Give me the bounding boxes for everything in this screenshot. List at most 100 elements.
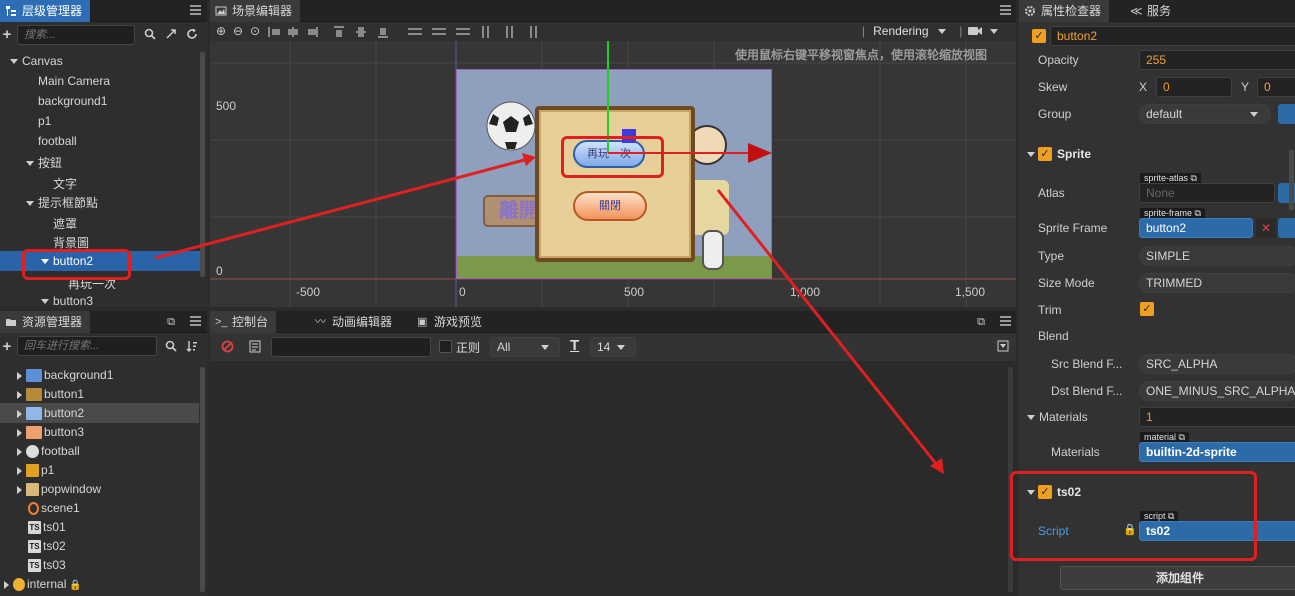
- opacity-input[interactable]: 255: [1139, 50, 1295, 70]
- collapse-console-icon[interactable]: [996, 340, 1010, 354]
- zoom-in-icon[interactable]: ⊕: [214, 24, 228, 38]
- open-log-file-icon[interactable]: [248, 340, 262, 354]
- asset-item-p1[interactable]: p1: [0, 460, 199, 480]
- external-link-icon: ⧉: [1190, 173, 1197, 183]
- camera-select[interactable]: [968, 25, 1000, 40]
- sort-icon[interactable]: [185, 340, 199, 354]
- asset-label: button2: [44, 406, 85, 420]
- regex-checkbox[interactable]: [439, 340, 452, 353]
- group-select[interactable]: default: [1139, 104, 1271, 124]
- collapse-caret-icon[interactable]: [1027, 152, 1035, 157]
- clear-sprite-frame-icon[interactable]: ✕: [1256, 218, 1276, 238]
- sprite-frame-field[interactable]: button2: [1139, 218, 1253, 238]
- log-level-select[interactable]: All: [490, 337, 560, 357]
- asset-item-internal[interactable]: internal 🔒: [0, 574, 199, 594]
- hierarchy-search-input[interactable]: 搜索...: [17, 25, 135, 45]
- material-field[interactable]: builtin-2d-sprite: [1139, 442, 1295, 462]
- tree-item-football[interactable]: football: [0, 131, 199, 151]
- size-mode-select[interactable]: TRIMMED: [1139, 273, 1295, 293]
- expand-caret-icon[interactable]: [41, 299, 49, 305]
- tree-item-mask[interactable]: 遮罩: [0, 214, 199, 234]
- tab-services-label: 服务: [1147, 4, 1172, 18]
- inspector-scrollbar[interactable]: [1289, 150, 1294, 210]
- skew-x-label: X: [1139, 80, 1148, 94]
- node-active-checkbox[interactable]: ✓: [1032, 29, 1046, 43]
- atlas-field[interactable]: None: [1139, 183, 1275, 203]
- tab-assets[interactable]: 资源管理器: [0, 311, 91, 333]
- refresh-icon[interactable]: [185, 28, 199, 42]
- asset-item-scene1[interactable]: scene1: [0, 498, 199, 518]
- tree-item-canvas[interactable]: Canvas: [0, 51, 199, 71]
- asset-item-background1[interactable]: background1: [0, 365, 199, 385]
- tab-hierarchy[interactable]: 层级管理器: [0, 0, 91, 22]
- popout-icon[interactable]: ⧉: [164, 315, 178, 329]
- type-select[interactable]: SIMPLE: [1139, 246, 1295, 266]
- hierarchy-menu-icon[interactable]: [190, 5, 201, 16]
- hierarchy-icon: [6, 6, 16, 16]
- edit-group-button[interactable]: [1278, 104, 1295, 124]
- tab-services[interactable]: ≪ 服务: [1125, 0, 1179, 22]
- console-menu-icon[interactable]: [1000, 316, 1011, 327]
- align-icons[interactable]: [268, 26, 568, 38]
- tab-animation-label: 动画编辑器: [332, 315, 393, 329]
- group-label: Group: [1038, 107, 1072, 121]
- tab-animation-editor[interactable]: 〰 动画编辑器: [310, 311, 400, 333]
- skew-y-input[interactable]: 0: [1257, 77, 1295, 97]
- zoom-out-icon[interactable]: ⊖: [231, 24, 245, 38]
- assets-search-input[interactable]: 回车进行搜索...: [17, 336, 157, 356]
- src-blend-select[interactable]: SRC_ALPHA: [1139, 354, 1295, 374]
- clear-icon[interactable]: [220, 340, 234, 354]
- tree-item-button-node[interactable]: 按鈕: [0, 153, 199, 173]
- search-icon[interactable]: [164, 340, 178, 354]
- expand-caret-icon[interactable]: [26, 201, 34, 207]
- materials-count-input[interactable]: 1: [1139, 407, 1295, 427]
- tree-item-p1[interactable]: p1: [0, 111, 199, 131]
- render-mode-select[interactable]: | Rendering |: [862, 23, 968, 40]
- tree-item-button3[interactable]: button3: [0, 291, 199, 307]
- add-component-button[interactable]: 添加组件: [1060, 566, 1295, 590]
- dst-blend-select[interactable]: ONE_MINUS_SRC_ALPHA: [1139, 381, 1295, 401]
- asset-item-popwindow[interactable]: popwindow: [0, 479, 199, 499]
- console-filter-input[interactable]: [271, 337, 431, 357]
- tab-game-preview[interactable]: ▣ 游戏预览: [412, 311, 490, 333]
- popout-icon[interactable]: ⧉: [974, 315, 988, 329]
- asset-item-button2[interactable]: button2: [0, 403, 199, 423]
- tab-inspector[interactable]: 属性检查器: [1019, 0, 1110, 22]
- collapse-caret-icon[interactable]: [1027, 415, 1035, 421]
- node-name-input[interactable]: button2: [1050, 26, 1295, 46]
- asset-item-ts02[interactable]: TS ts02: [0, 536, 199, 556]
- zoom-reset-icon[interactable]: ⊙: [248, 24, 262, 38]
- add-node-icon[interactable]: +: [0, 27, 14, 42]
- tree-item-label: p1: [38, 114, 52, 128]
- tree-item-background1[interactable]: background1: [0, 91, 199, 111]
- font-size-select[interactable]: 14: [590, 337, 636, 357]
- tab-console[interactable]: >_ 控制台: [210, 311, 277, 333]
- tab-scene-editor[interactable]: 场景编辑器: [210, 0, 301, 22]
- scene-menu-icon[interactable]: [1000, 5, 1011, 16]
- assets-menu-icon[interactable]: [190, 316, 201, 327]
- sprite-frame-pick-button[interactable]: [1278, 218, 1295, 238]
- collapse-icon[interactable]: [164, 28, 178, 42]
- asset-item-ts01[interactable]: TS ts01: [0, 517, 199, 537]
- asset-item-football[interactable]: football: [0, 441, 199, 461]
- skew-x-input[interactable]: 0: [1156, 77, 1232, 97]
- asset-item-ts03[interactable]: TS ts03: [0, 555, 199, 575]
- search-icon[interactable]: [143, 28, 157, 42]
- asset-item-button3[interactable]: button3: [0, 422, 199, 442]
- sprite-component-header[interactable]: ✓ Sprite: [1019, 141, 1295, 167]
- render-mode-label: Rendering: [873, 24, 929, 38]
- axis-label-y-500: 500: [216, 99, 237, 113]
- asset-item-button1[interactable]: button1: [0, 384, 199, 404]
- expand-caret-icon[interactable]: [10, 59, 18, 65]
- sprite-enabled-checkbox[interactable]: ✓: [1038, 147, 1052, 161]
- tree-item-popup-node[interactable]: 提示框節點: [0, 193, 199, 213]
- external-link-icon: ⧉: [1178, 432, 1185, 442]
- assets-scrollbar[interactable]: [200, 367, 205, 592]
- tree-item-main-camera[interactable]: Main Camera: [0, 71, 199, 91]
- add-asset-icon[interactable]: +: [0, 339, 14, 354]
- hierarchy-scrollbar[interactable]: [200, 52, 205, 277]
- expand-caret-icon[interactable]: [26, 161, 34, 167]
- trim-checkbox[interactable]: ✓: [1140, 302, 1154, 316]
- scene-viewport[interactable]: 500 0 -500 0 500 1,000 1,500 使用鼠标右键平移视窗焦…: [210, 41, 1016, 307]
- tree-item-text[interactable]: 文字: [0, 174, 199, 194]
